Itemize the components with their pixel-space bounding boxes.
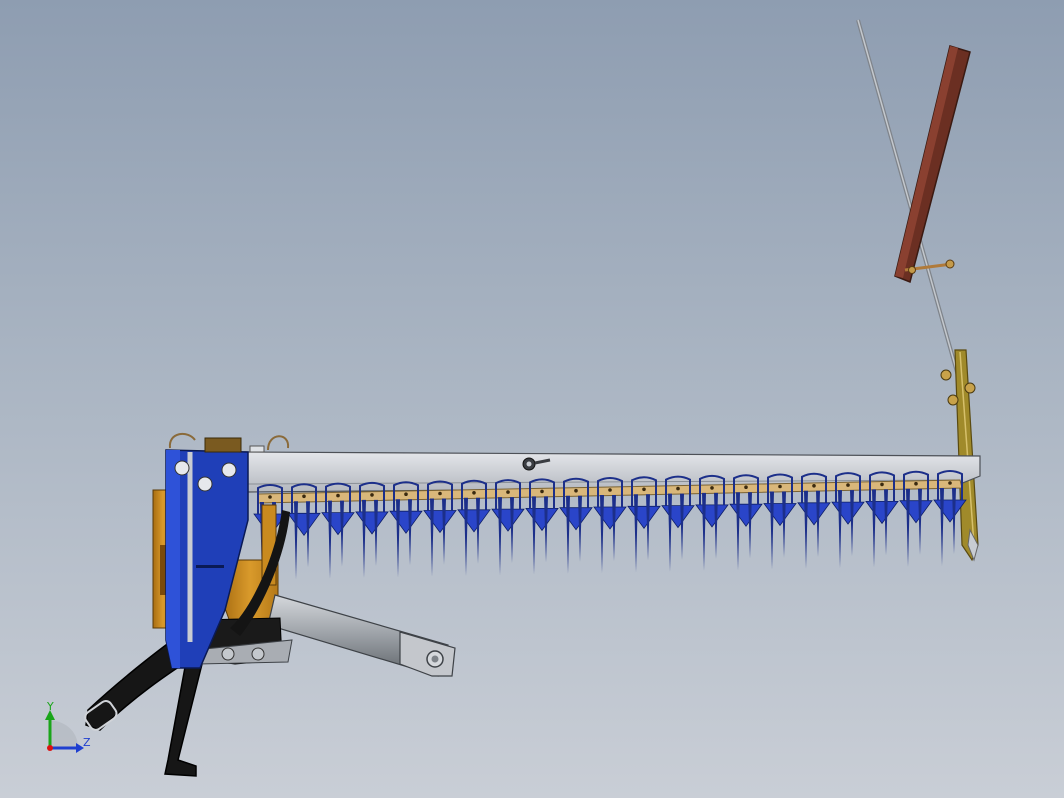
- lift-strut: [267, 594, 456, 677]
- mower-model[interactable]: [83, 19, 981, 777]
- top-fittings: [168, 432, 290, 453]
- cad-viewport[interactable]: Y Z: [0, 0, 1064, 798]
- coordinate-triad: Y Z: [45, 700, 91, 753]
- z-axis-label: Z: [83, 736, 91, 749]
- y-axis-label: Y: [46, 700, 54, 713]
- crop-divider: [940, 349, 979, 562]
- deflector-plate: [894, 45, 971, 284]
